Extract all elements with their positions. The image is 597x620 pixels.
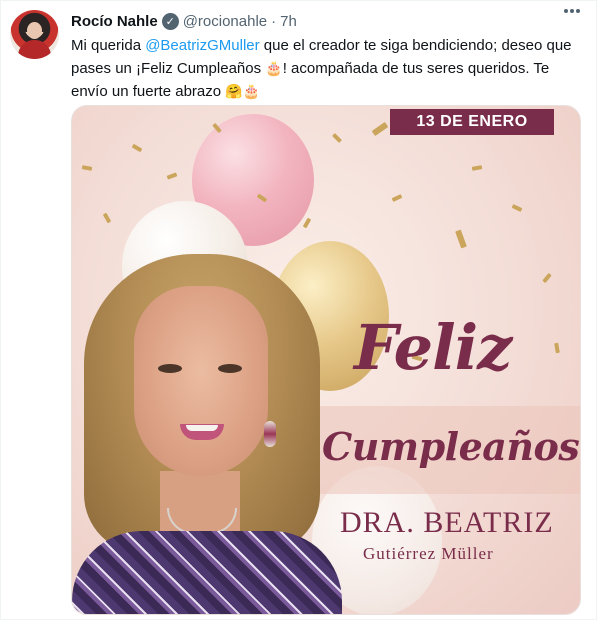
confetti [455,229,467,249]
tweet-text: Mi querida @BeatrizGMuller que el creado… [71,35,577,103]
avatar[interactable] [10,10,59,59]
confetti [81,165,93,171]
confetti [511,204,523,212]
user-handle[interactable]: @rocionahle [183,13,267,30]
honoree-name: DRA. BEATRIZ [340,506,554,539]
birthday-cake-emoji: 🎂 [265,60,283,76]
avatar-body [18,40,51,59]
portrait-blouse [72,531,342,614]
more-dot [564,9,568,13]
portrait-eye [158,364,182,373]
confetti [102,212,112,224]
timestamp[interactable]: 7h [280,13,297,30]
separator-dot: · [271,12,277,30]
avatar-face [27,22,42,39]
confetti [471,165,483,171]
confetti [302,217,312,229]
confetti [166,172,178,180]
confetti [554,342,560,354]
mention-link[interactable]: @BeatrizGMuller [145,37,259,54]
tweet-header: Rocío Nahle ✓ @rocionahle · 7h [71,11,297,31]
hugging-face-emoji: 🤗 [225,83,243,99]
portrait [72,246,342,614]
portrait-earring [264,421,276,447]
verified-badge-icon: ✓ [161,12,179,30]
portrait-eye [218,364,242,373]
honoree-surname: Gutiérrez Müller [363,544,494,563]
portrait-face [134,286,268,476]
confetti [371,121,389,137]
greeting-feliz: Feliz [354,311,512,384]
portrait-smile [180,424,224,440]
confetti [542,272,552,284]
more-options-icon[interactable] [564,9,580,13]
birthday-cake-emoji: 🎂 [242,83,261,99]
more-dot [570,9,574,13]
tweet[interactable]: Rocío Nahle ✓ @rocionahle · 7h Mi querid… [0,0,597,620]
greeting-cumpleanos: Cumpleaños [322,424,580,469]
display-name[interactable]: Rocío Nahle [71,13,158,30]
confetti [131,143,143,153]
tweet-image[interactable]: 13 DE ENERO Feliz Cumpleaños DRA. BEATRI… [71,105,581,615]
date-banner: 13 DE ENERO [390,109,554,135]
tweet-text-part: Mi querida [71,37,146,54]
more-dot [576,9,580,13]
confetti [332,133,342,143]
confetti [391,194,403,202]
